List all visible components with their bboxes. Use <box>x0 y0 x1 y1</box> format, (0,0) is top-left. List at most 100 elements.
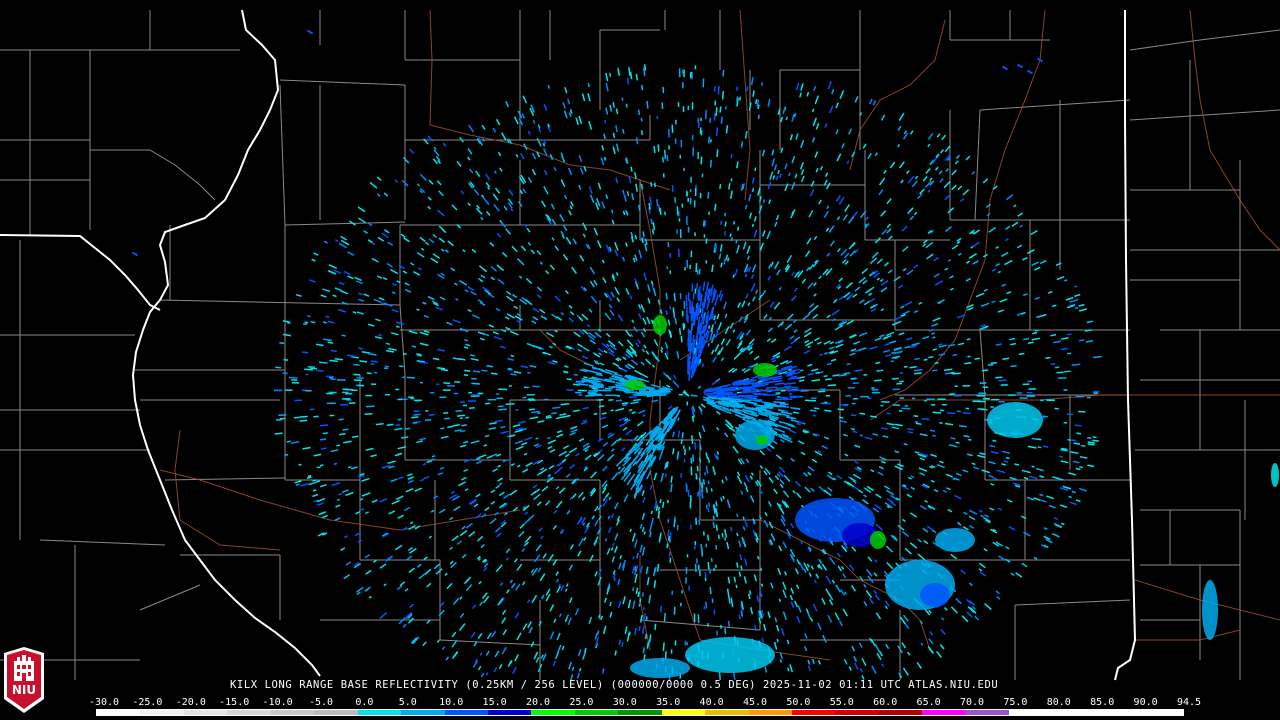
echo-speck <box>516 257 525 266</box>
precip-cell <box>685 637 775 673</box>
echo-speck <box>800 169 805 176</box>
echo-speck <box>650 182 653 187</box>
echo-speck <box>944 226 952 233</box>
echo-speck <box>471 382 481 385</box>
echo-speck <box>947 258 952 262</box>
echo-speck <box>589 554 594 563</box>
echo-speck <box>131 251 139 257</box>
echo-speck <box>839 404 849 407</box>
echo-speck <box>542 553 547 559</box>
echo-speck <box>863 583 867 588</box>
echo-speck <box>622 356 627 361</box>
echo-speck <box>302 351 309 354</box>
echo-speck <box>645 616 648 621</box>
echo-speck <box>768 199 772 205</box>
echo-speck <box>746 86 749 92</box>
echo-speck <box>524 517 532 525</box>
echo-speck <box>868 98 873 105</box>
echo-speck <box>610 291 615 298</box>
echo-speck <box>505 403 515 406</box>
echo-speck <box>518 530 525 538</box>
echo-speck <box>814 95 820 105</box>
echo-speck <box>645 350 650 355</box>
echo-speck <box>997 309 1005 313</box>
echo-speck <box>874 337 882 342</box>
echo-speck <box>945 473 953 478</box>
echo-speck <box>760 583 764 587</box>
echo-speck <box>353 379 363 382</box>
echo-speck <box>794 173 798 179</box>
echo-speck <box>628 176 632 184</box>
echo-speck <box>1072 460 1080 464</box>
echo-speck <box>1005 456 1010 460</box>
echo-speck <box>906 170 910 175</box>
echo-speck <box>332 294 337 298</box>
echo-speck <box>574 608 580 616</box>
echo-speck <box>593 279 598 286</box>
echo-speck <box>764 383 769 386</box>
echo-speck <box>499 482 503 486</box>
echo-speck <box>759 242 764 251</box>
echo-speck <box>461 525 466 530</box>
echo-speck <box>938 170 943 175</box>
echo-speck <box>798 561 805 571</box>
echo-speck <box>983 288 988 292</box>
echo-speck <box>986 212 991 217</box>
echo-speck <box>823 436 830 440</box>
echo-speck <box>869 257 878 265</box>
echo-speck <box>884 600 890 607</box>
echo-speck <box>577 649 582 657</box>
echo-speck <box>1039 493 1044 497</box>
echo-speck <box>974 357 980 360</box>
echo-speck <box>835 129 839 135</box>
echo-speck <box>774 382 785 386</box>
county-line <box>979 99 1131 111</box>
echo-speck <box>577 550 582 557</box>
echo-speck <box>748 193 752 202</box>
echo-speck <box>639 544 643 553</box>
color-bar-segment <box>401 710 445 715</box>
echo-speck <box>1074 424 1082 427</box>
echo-speck <box>783 409 789 413</box>
echo-speck <box>538 621 542 626</box>
echo-speck <box>743 388 751 392</box>
echo-speck <box>555 485 560 490</box>
echo-speck <box>944 194 951 201</box>
echo-speck <box>978 568 983 572</box>
echo-speck <box>437 348 446 352</box>
echo-speck <box>358 292 363 296</box>
echo-speck <box>1045 356 1051 359</box>
echo-speck <box>493 203 500 212</box>
echo-speck <box>555 571 559 576</box>
echo-speck <box>952 353 958 357</box>
echo-speck <box>578 438 585 442</box>
echo-speck <box>370 363 375 366</box>
echo-speck <box>861 267 869 275</box>
echo-speck <box>440 272 445 277</box>
county-line <box>399 304 406 376</box>
echo-speck <box>646 100 649 109</box>
echo-speck <box>1068 472 1077 476</box>
echo-speck <box>601 424 609 429</box>
echo-speck <box>463 468 469 472</box>
echo-speck <box>530 568 535 574</box>
echo-speck <box>1036 467 1044 472</box>
echo-speck <box>936 133 941 138</box>
echo-speck <box>812 313 819 319</box>
color-bar-segment <box>487 710 532 715</box>
echo-speck <box>564 86 568 94</box>
echo-speck <box>962 412 971 415</box>
echo-speck <box>554 245 560 251</box>
echo-speck <box>634 254 638 262</box>
echo-speck <box>494 419 503 423</box>
echo-speck <box>656 563 660 572</box>
echo-speck <box>853 340 861 345</box>
echo-speck <box>598 352 603 356</box>
echo-speck <box>582 522 586 526</box>
echo-speck <box>645 387 653 391</box>
echo-speck <box>310 367 317 370</box>
product-title: KILX LONG RANGE BASE REFLECTIVITY (0.25K… <box>230 679 999 691</box>
echo-speck <box>462 249 466 253</box>
echo-speck <box>350 466 358 470</box>
echo-speck <box>746 245 751 254</box>
